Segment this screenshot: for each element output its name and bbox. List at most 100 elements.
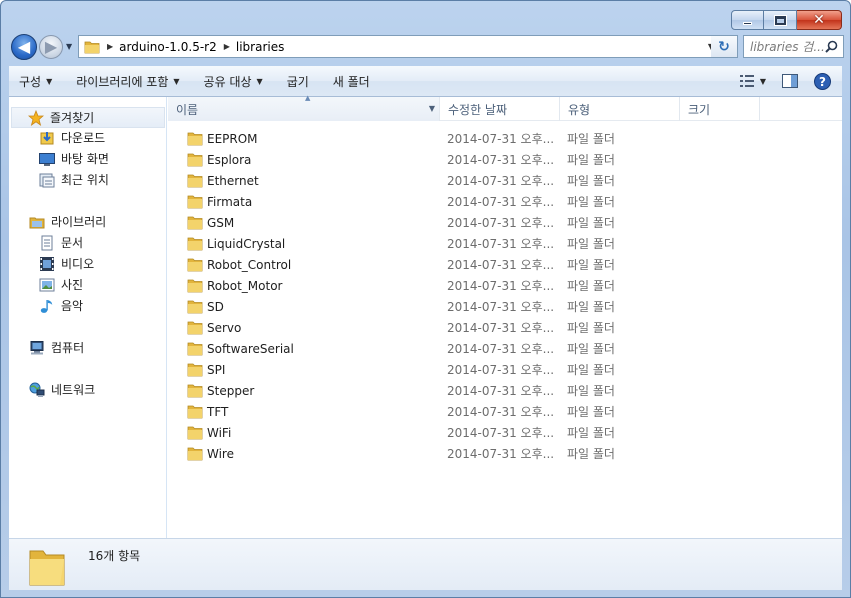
sort-ascending-icon: ▲ — [305, 94, 311, 102]
recent-pages-dropdown-icon[interactable]: ▼ — [66, 42, 72, 51]
chevron-down-icon: ▼ — [173, 76, 180, 86]
folder-icon — [187, 384, 203, 398]
close-button[interactable]: ✕ — [797, 10, 842, 30]
file-type: 파일 폴더 — [567, 195, 615, 209]
sidebar-item-label: 네트워크 — [51, 383, 96, 397]
sidebar-item-label: 바탕 화면 — [61, 152, 109, 166]
close-icon: ✕ — [813, 12, 825, 28]
details-pane: 16개 항목 — [9, 538, 842, 590]
sidebar-item-recent[interactable]: 최근 위치 — [9, 169, 167, 190]
desktop-icon — [39, 151, 55, 167]
folder-icon — [187, 153, 203, 167]
search-icon[interactable] — [825, 40, 838, 53]
file-row[interactable]: Firmata 2014-07-31 오후... 파일 폴더 — [168, 191, 768, 212]
search-input[interactable] — [750, 39, 826, 54]
column-header-label: 수정한 날짜 — [448, 102, 508, 117]
file-row[interactable]: LiquidCrystal 2014-07-31 오후... 파일 폴더 — [168, 233, 768, 254]
preview-pane-icon — [782, 74, 798, 88]
folder-icon — [187, 300, 203, 314]
new-folder-button[interactable]: 새 폴더 — [323, 69, 380, 93]
file-row[interactable]: SD 2014-07-31 오후... 파일 폴더 — [168, 296, 768, 317]
sidebar-item-documents[interactable]: 문서 — [9, 232, 167, 253]
search-box[interactable] — [743, 35, 844, 58]
breadcrumb-separator-icon[interactable]: ▶ — [107, 42, 113, 51]
maximize-button[interactable] — [764, 10, 797, 30]
file-date: 2014-07-31 오후... — [447, 342, 555, 356]
file-row[interactable]: Wire 2014-07-31 오후... 파일 폴더 — [168, 443, 768, 464]
file-type: 파일 폴더 — [567, 384, 615, 398]
sidebar-item-favorites[interactable]: 즐겨찾기 — [11, 107, 165, 128]
refresh-button[interactable]: ↻ — [711, 35, 738, 58]
file-name: LiquidCrystal — [207, 236, 286, 251]
share-with-button[interactable]: 공유 대상 ▼ — [194, 69, 273, 93]
address-bar[interactable]: ▶ arduino-1.0.5-r2 ▶ libraries ▼ — [78, 35, 721, 58]
include-in-library-button[interactable]: 라이브러리에 포함 ▼ — [66, 69, 189, 93]
network-icon — [29, 382, 45, 398]
breadcrumb-arduino[interactable]: arduino-1.0.5-r2 — [119, 40, 217, 54]
folder-icon — [84, 41, 100, 53]
file-date: 2014-07-31 오후... — [447, 405, 555, 419]
file-date: 2014-07-31 오후... — [447, 363, 555, 377]
file-row[interactable]: TFT 2014-07-31 오후... 파일 폴더 — [168, 401, 768, 422]
sidebar-item-desktop[interactable]: 바탕 화면 — [9, 148, 167, 169]
organize-button[interactable]: 구성 ▼ — [9, 69, 62, 93]
file-name: Esplora — [207, 152, 252, 167]
sidebar-item-computer[interactable]: 컴퓨터 — [9, 337, 167, 358]
file-row[interactable]: SPI 2014-07-31 오후... 파일 폴더 — [168, 359, 768, 380]
file-name: Firmata — [207, 194, 253, 209]
column-header-name[interactable]: ▲ 이름 ▼ — [168, 94, 440, 121]
file-row[interactable]: Servo 2014-07-31 오후... 파일 폴더 — [168, 317, 768, 338]
sidebar-item-network[interactable]: 네트워크 — [9, 379, 167, 400]
file-row[interactable]: GSM 2014-07-31 오후... 파일 폴더 — [168, 212, 768, 233]
file-row[interactable]: SoftwareSerial 2014-07-31 오후... 파일 폴더 — [168, 338, 768, 359]
folder-icon — [187, 363, 203, 377]
file-name: SPI — [207, 362, 226, 377]
file-name: Stepper — [207, 383, 255, 398]
downloads-icon — [39, 130, 55, 146]
file-row[interactable]: Robot_Motor 2014-07-31 오후... 파일 폴더 — [168, 275, 768, 296]
chevron-down-icon[interactable]: ▼ — [429, 104, 435, 113]
column-header-type[interactable]: 유형 — [560, 97, 680, 121]
sidebar-item-downloads[interactable]: 다운로드 — [9, 127, 167, 148]
file-type: 파일 폴더 — [567, 174, 615, 188]
file-type: 파일 폴더 — [567, 405, 615, 419]
breadcrumb-separator-icon[interactable]: ▶ — [224, 42, 230, 51]
folder-icon — [187, 405, 203, 419]
file-row[interactable]: Robot_Control 2014-07-31 오후... 파일 폴더 — [168, 254, 768, 275]
preview-pane-button[interactable] — [776, 70, 804, 92]
forward-button[interactable]: ▶ — [39, 35, 63, 59]
file-name: Ethernet — [207, 173, 259, 188]
help-button[interactable]: ? — [808, 70, 836, 92]
sidebar-item-pictures[interactable]: 사진 — [9, 274, 167, 295]
column-header-size[interactable]: 크기 — [680, 97, 760, 121]
file-name: Wire — [207, 446, 234, 461]
file-row[interactable]: Ethernet 2014-07-31 오후... 파일 폴더 — [168, 170, 768, 191]
column-header-row: ▲ 이름 ▼ 수정한 날짜 유형 크기 — [168, 94, 842, 121]
sidebar-item-videos[interactable]: 비디오 — [9, 253, 167, 274]
file-name: TFT — [207, 404, 229, 419]
sidebar-item-music[interactable]: 음악 — [9, 295, 167, 316]
item-count: 16개 항목 — [88, 549, 141, 563]
back-arrow-icon: ◀ — [17, 37, 31, 56]
burn-button[interactable]: 굽기 — [277, 69, 319, 93]
file-row[interactable]: WiFi 2014-07-31 오후... 파일 폴더 — [168, 422, 768, 443]
sidebar-item-libraries[interactable]: 라이브러리 — [9, 211, 167, 232]
minimize-button[interactable] — [731, 10, 764, 30]
file-row[interactable]: Stepper 2014-07-31 오후... 파일 폴더 — [168, 380, 768, 401]
file-type: 파일 폴더 — [567, 300, 615, 314]
file-date: 2014-07-31 오후... — [447, 174, 555, 188]
file-date: 2014-07-31 오후... — [447, 258, 555, 272]
file-date: 2014-07-31 오후... — [447, 195, 555, 209]
breadcrumb-libraries[interactable]: libraries — [236, 40, 284, 54]
file-type: 파일 폴더 — [567, 237, 615, 251]
folder-icon — [187, 132, 203, 146]
back-button[interactable]: ◀ — [11, 34, 37, 60]
change-view-button[interactable]: ▼ — [734, 70, 772, 92]
folder-icon — [29, 550, 65, 586]
videos-icon — [39, 256, 55, 272]
file-row[interactable]: Esplora 2014-07-31 오후... 파일 폴더 — [168, 149, 768, 170]
organize-label: 구성 — [19, 74, 42, 89]
file-row[interactable]: EEPROM 2014-07-31 오후... 파일 폴더 — [168, 128, 768, 149]
sidebar-item-label: 다운로드 — [61, 131, 106, 145]
column-header-date[interactable]: 수정한 날짜 — [440, 97, 560, 121]
